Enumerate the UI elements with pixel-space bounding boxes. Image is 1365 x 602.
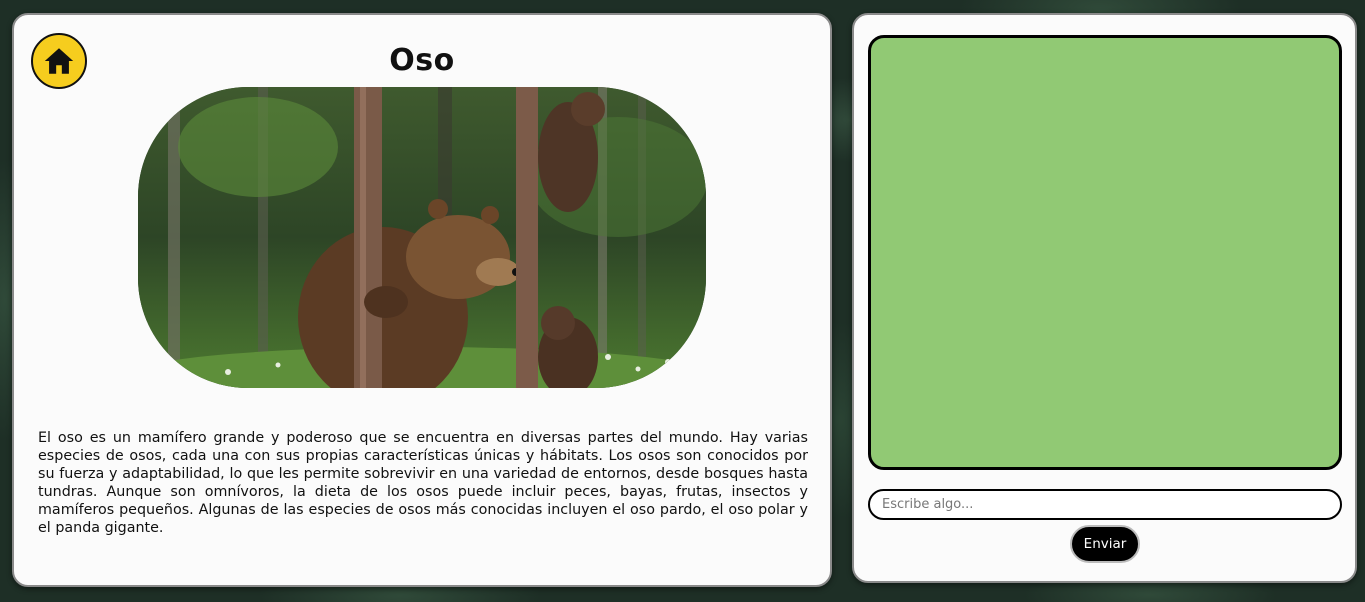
info-card: Oso El oso es un mamífero grande y poder… <box>12 13 832 587</box>
chat-input[interactable] <box>868 489 1342 520</box>
chat-card: Enviar <box>852 13 1357 583</box>
description-text: El oso es un mamífero grande y poderoso … <box>38 430 808 536</box>
bear-photo <box>138 87 706 388</box>
chat-messages-area[interactable] <box>868 35 1342 470</box>
page-title: Oso <box>389 43 455 78</box>
send-button[interactable]: Enviar <box>1070 525 1140 563</box>
